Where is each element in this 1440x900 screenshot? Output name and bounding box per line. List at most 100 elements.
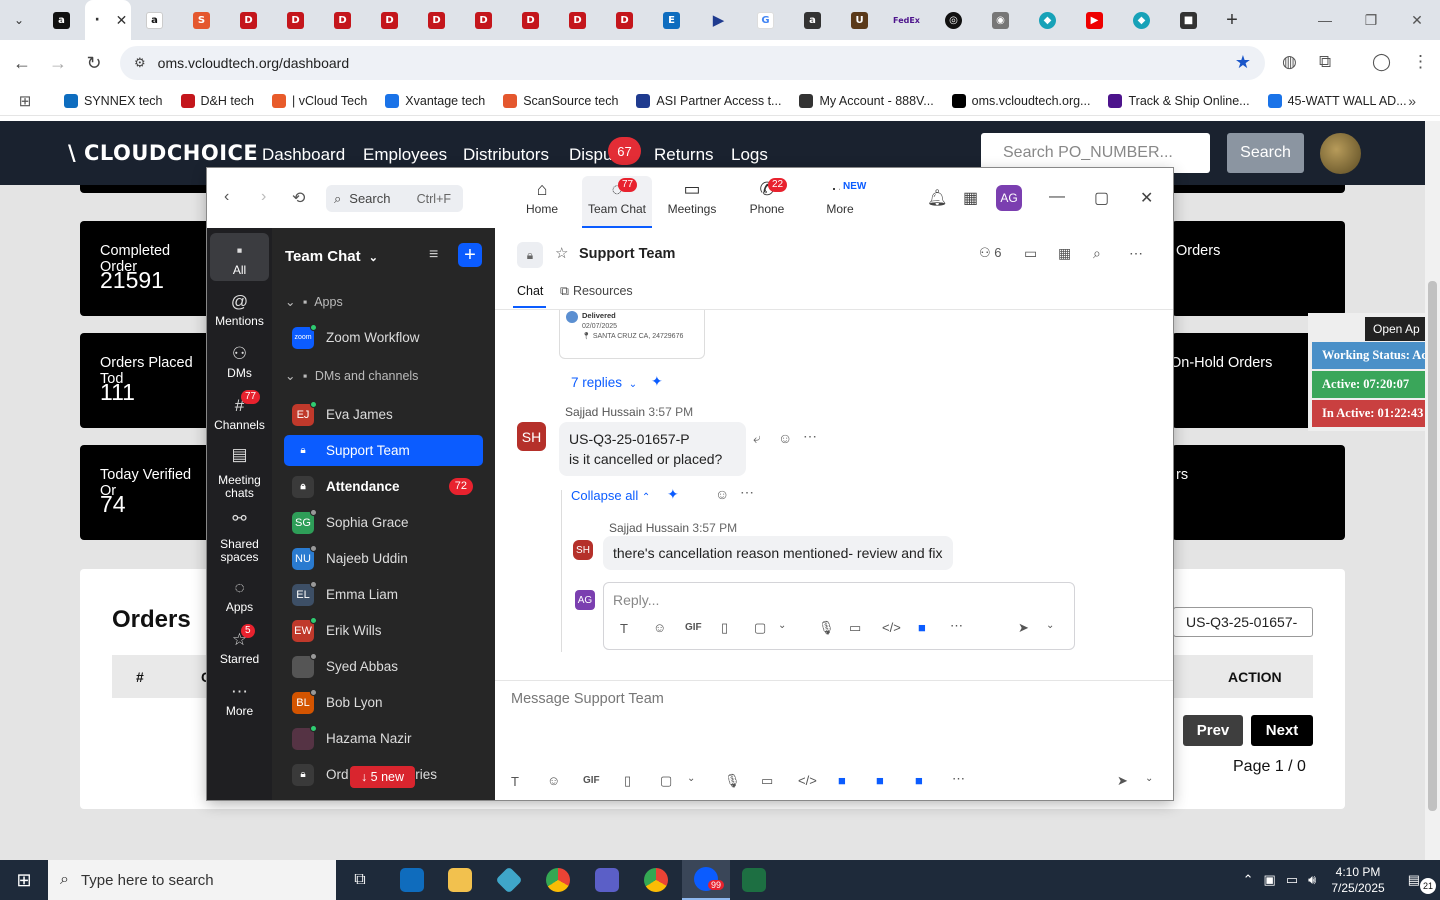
more-options-icon[interactable]: ⋯ (952, 771, 965, 787)
chat-list-item[interactable]: 🔒︎ Support Team (284, 435, 483, 466)
notifications-icon[interactable]: ▤ (1408, 872, 1420, 888)
chat-list-item[interactable]: EJ Eva James (284, 399, 483, 430)
windows-start-icon[interactable]: ⊞ (0, 860, 48, 900)
browser-tab[interactable]: ◎ (930, 0, 977, 40)
chat-list-item[interactable]: 🔒︎ Attendance 72 (284, 471, 483, 502)
sender-avatar[interactable]: SH (517, 422, 546, 451)
browser-tab[interactable]: D (460, 0, 507, 40)
verified-orders-card[interactable]: Today Verified Or 74 (80, 445, 210, 540)
task-view-icon[interactable]: ⧉ (336, 860, 384, 900)
close-tab-icon[interactable]: ✕ (116, 12, 128, 29)
message-more-icon[interactable]: ⋯ (803, 428, 817, 445)
browser-tab[interactable]: D (225, 0, 272, 40)
rail-meeting-chats[interactable]: ▤ Meeting chats (207, 446, 272, 500)
back-arrow-icon[interactable]: ← (4, 53, 40, 74)
bookmark-item[interactable]: | vCloud Tech (272, 93, 367, 108)
outlook-icon[interactable] (388, 860, 436, 900)
more-bookmarks-icon[interactable]: » (1408, 93, 1416, 109)
reply-bubble[interactable]: there's cancellation reason mentioned- r… (603, 536, 953, 570)
tab-search-icon[interactable]: ⌄ (0, 0, 38, 40)
browser-tab[interactable]: E (648, 0, 695, 40)
zoom-minimize-icon[interactable]: — (1049, 188, 1065, 206)
more-options-icon[interactable]: ⋯ (950, 618, 963, 634)
app-icon-2[interactable]: ■ (876, 773, 884, 788)
browser-tab[interactable]: ◉ (977, 0, 1024, 40)
prev-page-button[interactable]: Prev (1183, 715, 1243, 746)
audio-icon[interactable]: 🎙︎ (724, 773, 741, 789)
browser-tab[interactable]: a (38, 0, 85, 40)
tab-team-chat[interactable]: ◌ Team Chat 77 (582, 176, 652, 228)
section-apps[interactable]: ⌄ ▪ Apps (285, 294, 343, 309)
rail-channels[interactable]: # Channels 77 (207, 390, 272, 432)
browser-tab[interactable]: ▶ (1071, 0, 1118, 40)
bookmark-item[interactable]: ASI Partner Access t... (636, 93, 781, 108)
browser-tab[interactable]: D (413, 0, 460, 40)
extensions-icon[interactable]: ⧉ (1319, 52, 1331, 72)
bookmark-item[interactable]: SYNNEX tech (64, 93, 163, 108)
forward-arrow-icon[interactable]: → (40, 53, 76, 74)
video-message-icon[interactable]: ▭ (761, 773, 773, 789)
section-dms-channels[interactable]: ⌄ ▪ DMs and channels (285, 368, 418, 383)
message-bubble[interactable]: US-Q3-25-01657-P is it cancelled or plac… (559, 422, 746, 476)
screenshot-icon[interactable]: ▢ (660, 773, 672, 789)
nav-disputes[interactable]: Dispu (569, 145, 612, 165)
cloudchoice-logo[interactable]: \ CLOUDCHOICE (68, 141, 258, 165)
restore-icon[interactable]: ❐ (1348, 0, 1394, 40)
zoom-taskbar-icon[interactable]: 99 (682, 860, 730, 900)
send-icon[interactable]: ➤ (1018, 620, 1029, 636)
nav-employees[interactable]: Employees (363, 145, 447, 165)
chat-list-item[interactable]: EW Erik Wills (284, 615, 483, 646)
browser-tab[interactable]: D (554, 0, 601, 40)
excel-icon[interactable] (730, 860, 778, 900)
rail-more[interactable]: ⋯ More (207, 682, 272, 718)
rail-starred[interactable]: ☆ Starred 5 (207, 624, 272, 666)
browser-tab[interactable]: D (507, 0, 554, 40)
bookmark-item[interactable]: My Account - 888V... (799, 93, 934, 108)
teams-icon[interactable] (583, 860, 631, 900)
code-icon[interactable]: </> (798, 773, 817, 788)
team-chat-dropdown[interactable]: Team Chat ⌄ (285, 248, 378, 265)
tab-resources[interactable]: ⧉ Resources (560, 284, 633, 299)
emoji-icon[interactable]: ☺ (547, 773, 560, 788)
chevron-down-icon[interactable]: ⌄ (687, 773, 695, 784)
new-chat-button[interactable]: + (458, 243, 482, 267)
rail-shared-spaces[interactable]: ⚯ Shared spaces (207, 510, 272, 564)
reply-input[interactable]: Reply... T ☺ GIF ▯ ▢ ⌄ 🎙︎ ▭ </> ■ ⋯ ➤ ⌄ (603, 582, 1075, 650)
app-icon-3[interactable]: ■ (915, 773, 923, 788)
code-icon[interactable]: </> (882, 620, 901, 635)
message-composer[interactable]: Message Support Team T ☺ GIF ▯ ▢ ⌄ 🎙︎ ▭ … (495, 680, 1173, 800)
chat-list-item[interactable]: BL Bob Lyon (284, 687, 483, 718)
format-text-icon[interactable]: T (511, 774, 519, 789)
wifi-icon[interactable]: ▭ (1286, 872, 1298, 888)
scrollbar-thumb[interactable] (1428, 281, 1437, 811)
gif-icon[interactable]: GIF (583, 775, 600, 786)
schedule-icon[interactable]: ▦ (1058, 245, 1071, 262)
emoji-icon[interactable]: ☺ (653, 620, 666, 635)
chat-list-item[interactable]: EL Emma Liam (284, 579, 483, 610)
browser-tab[interactable]: ◆ (1118, 0, 1165, 40)
app-zoom-workflow[interactable]: zoom Zoom Workflow (284, 322, 483, 353)
browser-tab[interactable]: D (272, 0, 319, 40)
channel-title[interactable]: Support Team (579, 246, 675, 262)
bookmark-item[interactable]: Xvantage tech (385, 93, 485, 108)
translate-icon[interactable]: ◍ (1282, 52, 1297, 72)
replies-link[interactable]: 7 replies ⌄ (571, 375, 637, 390)
chevron-down-icon[interactable]: ⌄ (1145, 773, 1153, 784)
orders-card-right[interactable]: Orders (1172, 221, 1345, 316)
page-scrollbar[interactable] (1425, 121, 1440, 860)
apps-grid-icon[interactable]: ⊞ (0, 92, 50, 110)
calendar-icon[interactable]: ▦ (963, 188, 978, 208)
ai-summary-icon[interactable]: ✦ (651, 373, 663, 390)
members-button[interactable]: ⚇ 6 (979, 245, 1002, 261)
rail-mentions[interactable]: @ Mentions (207, 292, 272, 328)
more-options-icon[interactable]: ⋯ (1129, 245, 1143, 262)
tab-home[interactable]: ⌂ Home (507, 176, 577, 228)
browser-tab[interactable]: U (836, 0, 883, 40)
rail-dms[interactable]: ⚇ DMs (207, 344, 272, 380)
browser-tab[interactable]: G (742, 0, 789, 40)
zoom-forward-icon[interactable]: › (261, 188, 266, 206)
browser-tab[interactable]: a (131, 0, 178, 40)
send-icon[interactable]: ➤ (1117, 773, 1128, 789)
minimize-icon[interactable]: — (1302, 0, 1348, 40)
bookmark-item[interactable]: oms.vcloudtech.org... (951, 93, 1090, 108)
